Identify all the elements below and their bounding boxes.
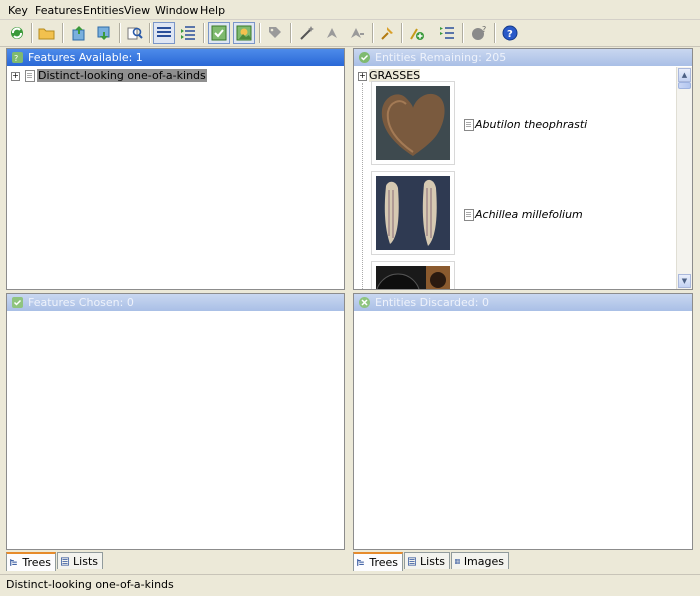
add-feature-icon[interactable] <box>406 22 428 44</box>
entity-thumbnail[interactable] <box>371 81 455 165</box>
toolbar: ? ? <box>0 20 700 47</box>
seed-image <box>376 176 450 250</box>
indent-list-icon[interactable] <box>177 22 199 44</box>
entities-discarded-panel: Entities Discarded: 0 <box>353 293 693 550</box>
tab-images-right[interactable]: Images <box>451 552 509 569</box>
toolbar-separator <box>259 23 261 43</box>
color-image-icon[interactable] <box>233 22 255 44</box>
scroll-up-icon[interactable]: ▲ <box>678 68 691 82</box>
toolbar-separator <box>372 23 374 43</box>
features-available-title: Features Available: 1 <box>28 51 143 64</box>
menu-window[interactable]: Window <box>155 4 198 17</box>
features-chosen-title: Features Chosen: 0 <box>28 296 134 309</box>
help-icon[interactable]: ? <box>499 22 521 44</box>
entities-remaining-tree: + GRASSES Abutilon theophrasti Achillea … <box>354 67 692 289</box>
tab-label: Trees <box>22 556 51 569</box>
check-icon: ? <box>12 52 23 63</box>
import-icon[interactable] <box>93 22 115 44</box>
toolbar-separator <box>462 23 464 43</box>
find-icon[interactable] <box>124 22 146 44</box>
check-box-icon <box>12 297 23 308</box>
menu-help[interactable]: Help <box>200 4 225 17</box>
features-available-header: ? Features Available: 1 <box>7 49 344 66</box>
toolbar-separator <box>494 23 496 43</box>
menu-bar: Key Features Entities View Window Help <box>0 0 700 20</box>
tree-icon <box>10 559 17 566</box>
tree-icon <box>357 559 364 566</box>
features-available-tree: + Distinct-looking one-of-a-kinds <box>7 67 344 289</box>
status-text: Distinct-looking one-of-a-kinds <box>6 578 174 591</box>
refresh-icon[interactable] <box>6 22 28 44</box>
tab-lists-right[interactable]: Lists <box>404 552 450 569</box>
entity-thumbnail[interactable] <box>371 261 455 289</box>
svg-text:?: ? <box>482 25 486 34</box>
left-tab-bar: Trees Lists <box>6 552 345 572</box>
check-image-icon[interactable] <box>208 22 230 44</box>
tree-expander[interactable]: + <box>358 72 367 81</box>
right-tab-bar: Trees Lists Images <box>353 552 693 572</box>
toolbar-separator <box>203 23 205 43</box>
menu-key[interactable]: Key <box>8 4 28 17</box>
entities-remaining-header: Entities Remaining: 205 <box>354 49 692 66</box>
grid-icon <box>455 558 460 564</box>
entities-discarded-header: Entities Discarded: 0 <box>354 294 692 311</box>
entities-discarded-title: Entities Discarded: 0 <box>375 296 489 309</box>
tab-label: Trees <box>369 556 398 569</box>
entity-name[interactable]: Abutilon theophrasti <box>475 118 587 131</box>
entities-discarded-list <box>354 312 692 549</box>
tab-label: Images <box>463 554 504 568</box>
magic-wand-icon[interactable] <box>296 22 318 44</box>
tab-trees-right[interactable]: Trees <box>353 552 403 571</box>
tab-lists-left[interactable]: Lists <box>57 552 103 569</box>
help-query-icon[interactable]: ? <box>468 22 490 44</box>
list-view-icon[interactable] <box>153 22 175 44</box>
toolbar-separator <box>119 23 121 43</box>
list-icon <box>408 556 417 566</box>
toolbar-separator <box>62 23 64 43</box>
open-folder-icon[interactable] <box>36 22 58 44</box>
entities-remaining-panel: Entities Remaining: 205 + GRASSES Abutil… <box>353 48 693 290</box>
features-chosen-header: Features Chosen: 0 <box>7 294 344 311</box>
scrollbar-thumb[interactable] <box>678 82 691 89</box>
toolbar-separator <box>31 23 33 43</box>
status-bar: Distinct-looking one-of-a-kinds <box>0 574 700 593</box>
entity-thumbnail[interactable] <box>371 171 455 255</box>
entity-name[interactable]: Achillea millefolium <box>475 208 583 221</box>
tree-expander[interactable]: + <box>11 72 20 81</box>
tab-label: Lists <box>420 554 445 568</box>
scroll-down-icon[interactable]: ▼ <box>678 274 691 288</box>
svg-text:?: ? <box>14 54 18 62</box>
entities-remaining-title: Entities Remaining: 205 <box>375 51 507 64</box>
discard-icon <box>359 297 370 308</box>
tag-icon[interactable] <box>264 22 286 44</box>
document-icon <box>464 119 474 131</box>
features-chosen-list <box>7 312 344 549</box>
tab-trees-left[interactable]: Trees <box>6 552 56 571</box>
arrow-tool-icon[interactable] <box>321 22 343 44</box>
toolbar-separator <box>290 23 292 43</box>
toolbar-separator <box>401 23 403 43</box>
arrow-tool-2-icon[interactable] <box>346 22 368 44</box>
menu-view[interactable]: View <box>124 4 150 17</box>
svg-text:?: ? <box>507 29 513 40</box>
features-available-panel: ? Features Available: 1 + Distinct-looki… <box>6 48 345 290</box>
seed-image <box>376 266 450 289</box>
toolbar-separator <box>149 23 151 43</box>
list-icon <box>61 556 70 566</box>
features-chosen-panel: Features Chosen: 0 <box>6 293 345 550</box>
tree-guide-line <box>362 83 363 289</box>
seed-image <box>376 86 450 160</box>
pin-icon[interactable] <box>376 22 398 44</box>
tree-node-label[interactable]: Distinct-looking one-of-a-kinds <box>37 69 207 82</box>
document-icon <box>25 70 35 82</box>
document-icon <box>464 209 474 221</box>
menu-entities[interactable]: Entities <box>83 4 124 17</box>
export-icon[interactable] <box>68 22 90 44</box>
check-circle-icon <box>359 52 370 63</box>
vertical-scrollbar[interactable]: ▲ ▼ <box>676 67 692 289</box>
numbered-list-icon[interactable] <box>436 22 458 44</box>
tab-label: Lists <box>73 554 98 568</box>
menu-features[interactable]: Features <box>35 4 82 17</box>
